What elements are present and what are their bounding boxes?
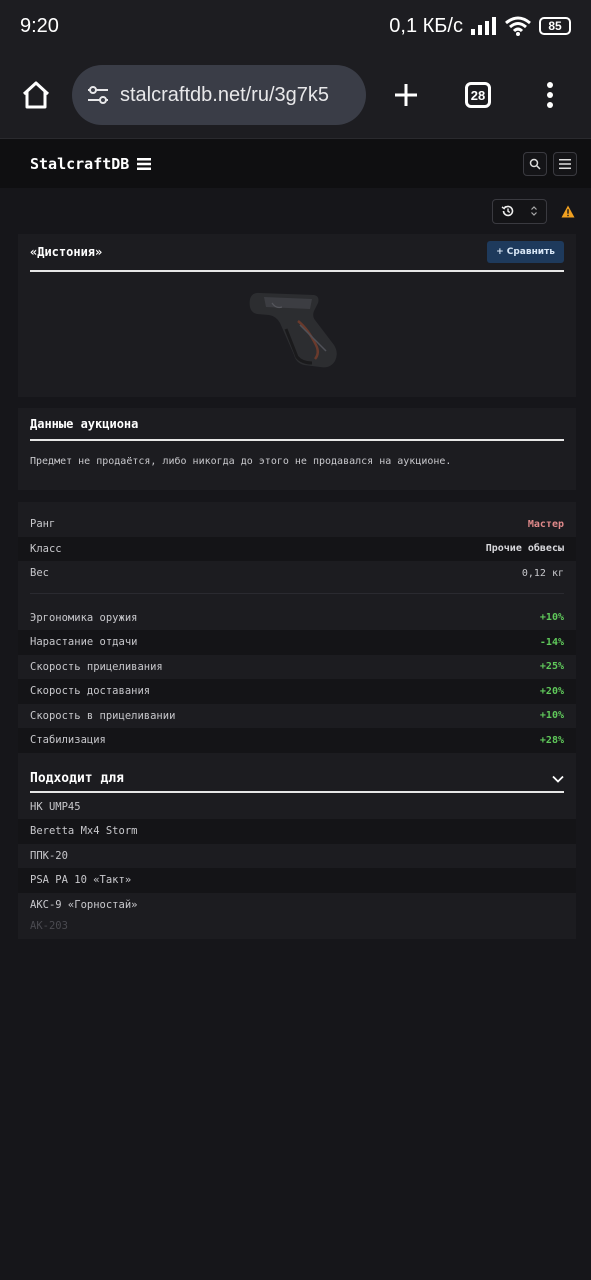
stat-label: Вес [30,567,49,580]
stat-label: Скорость в прицеливании [30,709,176,722]
stat-value: +25% [539,661,564,673]
menu-button[interactable] [553,151,577,176]
browser-menu-button[interactable] [530,75,570,115]
item-title-row: «Дистония» + Сравнить [30,234,564,272]
fits-header[interactable]: Подходит для [30,767,564,793]
compare-button[interactable]: + Сравнить [487,241,564,263]
stat-value: -14% [539,636,564,648]
address-bar[interactable]: stalcraftdb.net/ru/3g7k5 [72,65,366,125]
stat-row-aim-speed: Скорость прицеливания +25% [18,655,576,680]
site-logo[interactable]: StalcraftDB [30,154,152,173]
list-icon [137,157,152,170]
home-icon [22,81,50,109]
auction-title: Данные аукциона [30,416,139,431]
stat-label: Нарастание отдачи [30,636,138,649]
list-item[interactable]: HK UMP45 [18,795,576,820]
stat-label: Ранг [30,518,56,531]
url-text: stalcraftdb.net/ru/3g7k5 [120,83,330,106]
search-icon [529,158,541,170]
browser-toolbar: stalcraftdb.net/ru/3g7k5 28 [0,52,591,138]
stat-value: +28% [539,734,564,746]
stat-value: Мастер [527,518,564,530]
stat-label: Скорость доставания [30,685,151,698]
status-time: 9:20 [20,14,59,37]
item-name: «Дистония» [30,245,103,259]
stat-value: +10% [539,710,564,722]
grip-image [249,292,337,368]
search-button[interactable] [523,151,547,176]
list-item[interactable]: АКС-9 «Горностай» [18,893,576,918]
page-toolbar [0,188,591,234]
stat-row-rank: Ранг Мастер [18,512,576,537]
tune-icon[interactable] [86,83,110,107]
stat-value: +10% [539,612,564,624]
stat-label: Стабилизация [30,734,106,747]
status-icons: 0,1 КБ/с 85 [389,15,571,38]
stats-divider [30,592,564,594]
warning-icon[interactable] [561,205,575,218]
stat-row-draw-speed: Скорость доставания +20% [18,679,576,704]
header-actions [523,151,577,176]
item-image [30,272,564,392]
site-header: StalcraftDB [0,138,591,188]
home-button[interactable] [16,75,56,115]
stat-row-ads-move-speed: Скорость в прицеливании +10% [18,704,576,729]
tabs-button[interactable]: 28 [458,75,498,115]
menu-icon [559,158,571,169]
stat-value: Прочие обвесы [485,543,564,555]
list-item[interactable]: PSA PA 10 «Такт» [18,868,576,893]
wifi-icon [505,16,531,36]
signal-icon [471,17,496,35]
history-select[interactable] [492,198,547,224]
plus-icon [395,84,417,106]
stat-row-ergonomics: Эргономика оружия +10% [18,606,576,631]
stats-card: Ранг Мастер Класс Прочие обвесы Вес 0,12… [18,502,576,939]
page-content: «Дистония» + Сравнить Данные аукциона Пр… [0,188,591,939]
stat-value: 0,12 кг [521,567,564,579]
fits-list: HK UMP45 Beretta Mx4 Storm ППК-20 PSA PA… [18,795,576,940]
auction-title-row: Данные аукциона [30,408,564,441]
status-bar: 9:20 0,1 КБ/с 85 [0,0,591,52]
item-card: «Дистония» + Сравнить [18,234,576,397]
logo-text: StalcraftDB [30,154,130,173]
chevron-down-icon[interactable] [552,775,564,783]
network-speed: 0,1 КБ/с [389,14,463,37]
history-icon [501,205,514,217]
list-item[interactable]: АК-203 [18,917,576,935]
tab-count: 28 [465,82,491,108]
stat-row-class: Класс Прочие обвесы [18,536,576,561]
stat-row-weight: Вес 0,12 кг [18,561,576,586]
list-item[interactable]: ППК-20 [18,844,576,869]
updown-icon [531,206,537,216]
stat-value: +20% [539,685,564,697]
stat-label: Эргономика оружия [30,611,138,624]
more-icon [547,82,553,108]
battery-indicator: 85 [539,17,571,35]
auction-card: Данные аукциона Предмет не продаётся, ли… [18,408,576,490]
auction-text: Предмет не продаётся, либо никогда до эт… [30,456,452,467]
stat-label: Класс [30,542,62,555]
new-tab-button[interactable] [386,75,426,115]
stat-row-recoil: Нарастание отдачи -14% [18,630,576,655]
list-item[interactable]: Beretta Mx4 Storm [18,819,576,844]
stat-label: Скорость прицеливания [30,660,163,673]
stat-row-stabilization: Стабилизация +28% [18,728,576,753]
fits-title: Подходит для [30,771,124,786]
